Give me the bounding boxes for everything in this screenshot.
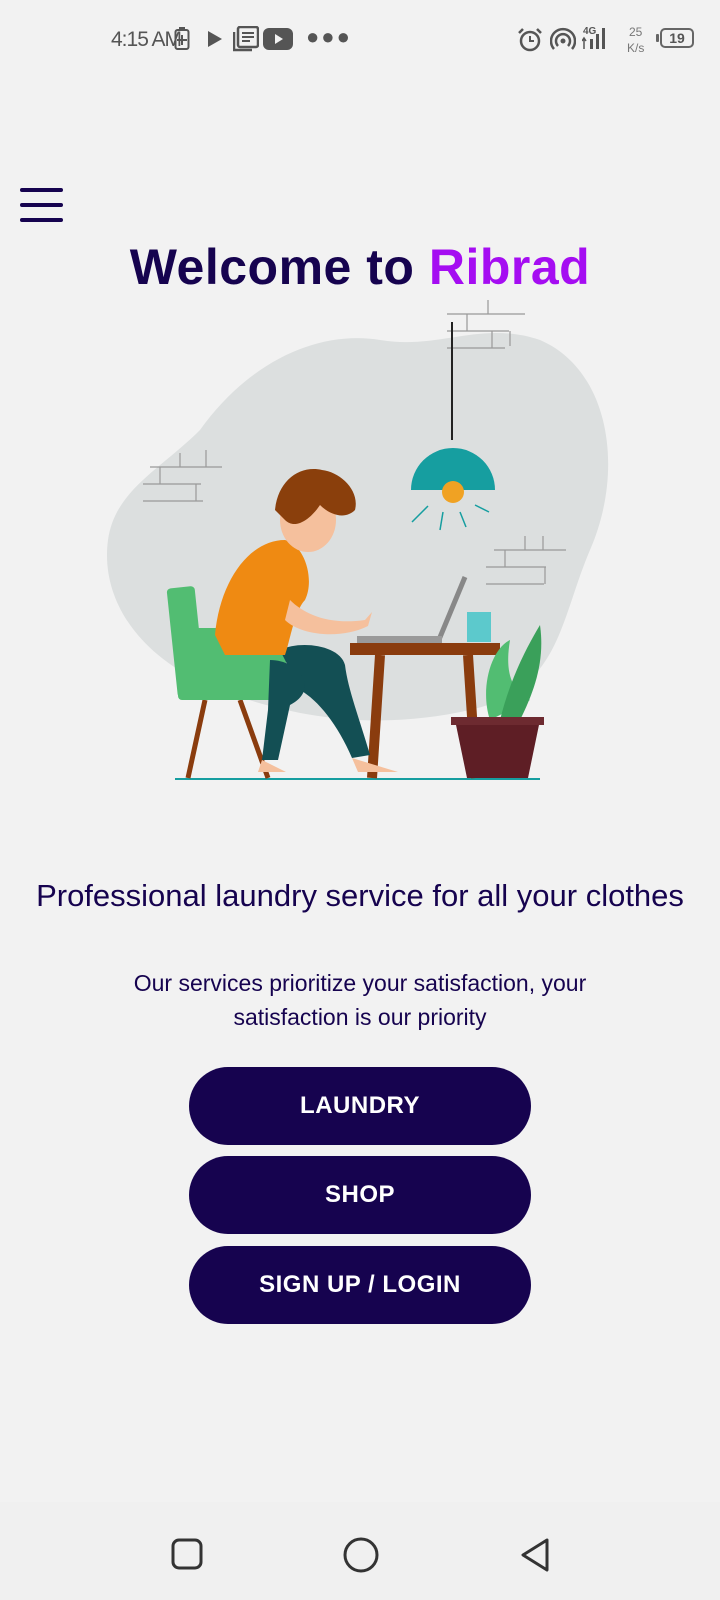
page-title: Welcome to Ribrad [0, 238, 720, 296]
battery-icon: 19 [660, 28, 694, 48]
news-icon [233, 26, 259, 52]
brand-name: Ribrad [428, 239, 591, 295]
hero-illustration [106, 300, 609, 780]
home-icon[interactable] [342, 1536, 380, 1574]
laundry-button[interactable]: LAUNDRY [189, 1067, 531, 1145]
alarm-icon [518, 28, 542, 52]
back-icon[interactable] [518, 1536, 552, 1574]
network-speed: 25 K/s [627, 24, 644, 56]
system-nav-bar [0, 1502, 720, 1600]
menu-line [20, 218, 63, 222]
subtitle: Our services prioritize your satisfactio… [133, 970, 587, 1030]
battery-cap [656, 34, 659, 42]
menu-line [20, 188, 63, 192]
more-icon: ●●● [306, 24, 352, 49]
lamp-bulb [442, 481, 464, 503]
tagline: Professional laundry service for all you… [36, 878, 684, 913]
menu-icon[interactable] [20, 188, 66, 224]
status-bar: 4:15 AM ●●● 4G 25 K/s 19 [0, 0, 720, 80]
menu-line [20, 203, 63, 207]
speed-unit: K/s [627, 41, 645, 55]
battery-saver-icon [174, 27, 190, 50]
play-icon [208, 31, 222, 47]
signup-login-button[interactable]: SIGN UP / LOGIN [189, 1246, 531, 1324]
mug [467, 612, 491, 642]
youtube-icon [263, 28, 293, 50]
hotspot-icon [550, 27, 576, 50]
recent-apps-icon[interactable] [170, 1537, 204, 1571]
status-time: 4:15 AM [111, 28, 182, 51]
speed-value: 25 [628, 25, 643, 39]
signal-icon: 4G [582, 26, 605, 49]
svg-text:4G: 4G [583, 26, 597, 37]
welcome-text: Welcome to [129, 239, 415, 295]
shop-button[interactable]: SHOP [189, 1156, 531, 1234]
